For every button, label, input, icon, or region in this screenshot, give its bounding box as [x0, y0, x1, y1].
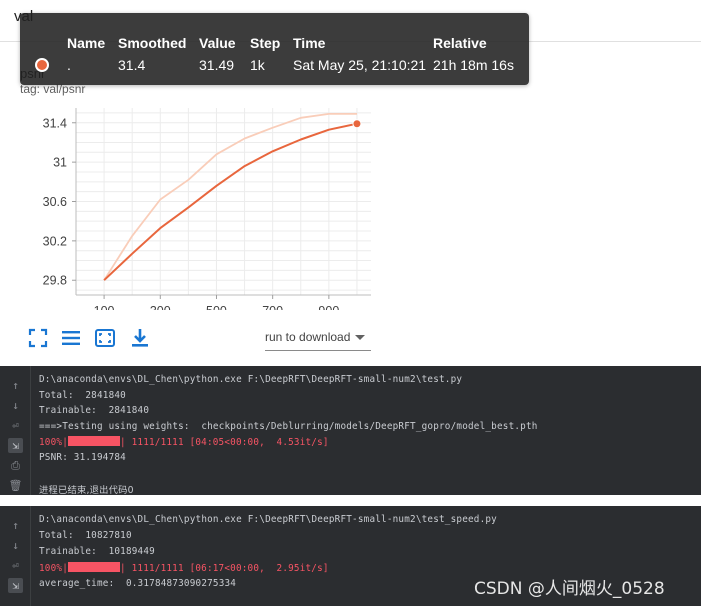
x-tick-label: 900: [318, 304, 339, 310]
chart-tooltip: Name Smoothed Value Step Time Relative .…: [20, 13, 529, 85]
run-download-label: run to download: [265, 330, 351, 344]
tooltip-relative: 21h 18m 16s: [433, 57, 514, 73]
run-download-select[interactable]: run to download: [265, 326, 371, 351]
tooltip-header-time: Time: [293, 35, 326, 51]
tooltip-step: 1k: [250, 57, 265, 73]
console-separator: [0, 495, 701, 506]
x-tick-label: 700: [262, 304, 283, 310]
progress-line: 100%| | 1111/1111 [06:17<00:00, 2.95it/s]: [39, 562, 329, 574]
x-tick-label: 500: [206, 304, 227, 310]
series-line-raw: [103, 112, 357, 281]
run-color-dot: [35, 58, 49, 72]
progress-percent: 100%|: [39, 563, 68, 574]
tooltip-header-name: Name: [67, 35, 106, 51]
console-line: Trainable: 10189449: [39, 546, 155, 557]
arrow-down-icon[interactable]: ↓: [8, 398, 23, 413]
console-toolbar: ↑ ↓ ⏎ ⇲ ⎙ 🗑: [0, 366, 31, 495]
tensorboard-panel: val psnr tag: val/psnr 10030050070090029…: [0, 0, 701, 366]
chevron-down-icon: [355, 335, 365, 340]
fit-domain-icon[interactable]: [27, 327, 49, 349]
tooltip-header-relative: Relative: [433, 35, 487, 51]
watermark: CSDN @人间烟火_0528: [474, 579, 665, 599]
progress-bar: [68, 562, 120, 572]
progress-stats: | 1111/1111 [06:17<00:00, 2.95it/s]: [120, 563, 329, 574]
tooltip-header-step: Step: [250, 35, 281, 51]
print-icon[interactable]: ⎙: [8, 458, 23, 473]
tooltip-raw-value: 31.49: [199, 57, 235, 73]
arrow-down-icon[interactable]: ↓: [8, 538, 23, 553]
soft-wrap-icon[interactable]: ⏎: [8, 418, 23, 433]
tooltip-smoothed-value: 31.4: [118, 57, 146, 73]
scroll-to-end-icon[interactable]: ⇲: [8, 438, 23, 453]
exit-status-line: 进程已结束,退出代码0: [39, 485, 134, 496]
x-tick-label: 100: [94, 304, 115, 310]
console-line: Trainable: 2841840: [39, 405, 150, 416]
progress-bar: [68, 436, 120, 446]
arrow-up-icon[interactable]: ↑: [8, 378, 23, 393]
y-tick-label: 30.2: [43, 234, 67, 248]
toggle-legend-icon[interactable]: [60, 327, 82, 349]
psnr-result-line: PSNR: 31.194784: [39, 452, 126, 463]
progress-percent: 100%|: [39, 437, 68, 448]
trash-icon[interactable]: 🗑: [8, 478, 23, 493]
progress-line: 100%| | 1111/1111 [04:05<00:00, 4.53it/s]: [39, 436, 329, 448]
tooltip-header-smoothed: Smoothed: [118, 35, 187, 51]
x-tick-label: 300: [150, 304, 171, 310]
download-icon[interactable]: [129, 327, 151, 349]
highlight-point: [352, 119, 362, 129]
run-console-test: ↑ ↓ ⏎ ⇲ ⎙ 🗑 D:\anaconda\envs\DL_Chen\pyt…: [0, 366, 701, 496]
console-line: ===>Testing using weights: checkpoints/D…: [39, 421, 538, 432]
console-line: D:\anaconda\envs\DL_Chen\python.exe F:\D…: [39, 514, 497, 525]
console-line: Total: 10827810: [39, 530, 132, 541]
progress-stats: | 1111/1111 [04:05<00:00, 4.53it/s]: [120, 437, 329, 448]
psnr-line-chart[interactable]: 100 300 500 700 900 29.8 30.2 30.6 31 31.4: [0, 95, 400, 310]
arrow-up-icon[interactable]: ↑: [8, 518, 23, 533]
scroll-to-end-icon[interactable]: ⇲: [8, 578, 23, 593]
y-tick-label: 31.4: [43, 116, 67, 130]
tooltip-run-name: .: [67, 57, 71, 73]
y-tick-label: 30.6: [43, 195, 67, 209]
average-time-line: average_time: 0.31784873090275334: [39, 578, 237, 589]
tooltip-time: Sat May 25, 21:10:21: [293, 57, 427, 73]
soft-wrap-icon[interactable]: ⏎: [8, 558, 23, 573]
y-tick-label: 29.8: [43, 274, 67, 288]
tooltip-header-value: Value: [199, 35, 236, 51]
console-line: Total: 2841840: [39, 390, 126, 401]
fullscreen-icon[interactable]: [94, 327, 116, 349]
console-toolbar: ↑ ↓ ⏎ ⇲: [0, 506, 31, 606]
console-line: D:\anaconda\envs\DL_Chen\python.exe F:\D…: [39, 374, 463, 385]
y-tick-label: 31: [53, 156, 67, 170]
